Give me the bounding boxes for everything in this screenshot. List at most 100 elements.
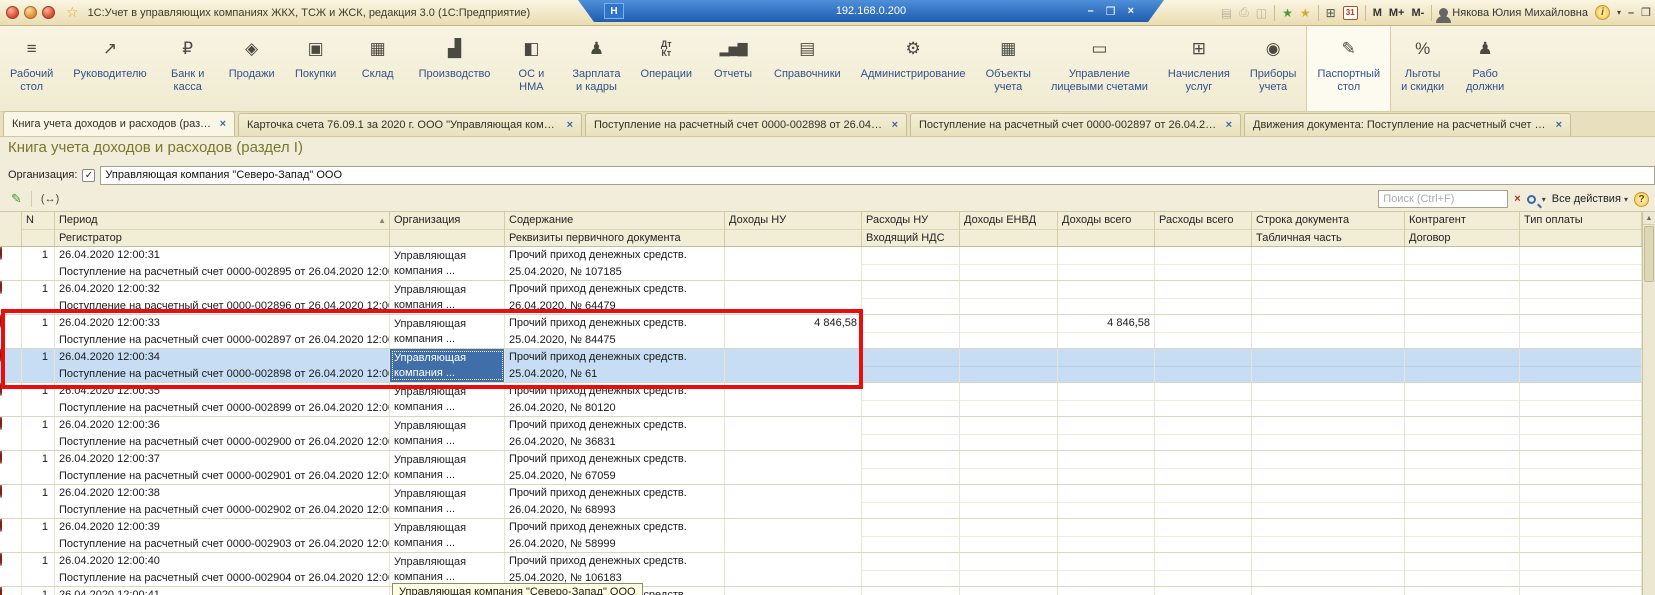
- period-cell[interactable]: 26.04.2020 12:00:36Поступление на расчет…: [55, 417, 390, 450]
- income-nu-cell[interactable]: [725, 519, 862, 552]
- calendar-icon[interactable]: 31: [1343, 6, 1358, 20]
- scrollbar-thumb[interactable]: [1644, 226, 1654, 282]
- tab-3[interactable]: Поступление на расчетный счет 0000-00289…: [910, 113, 1241, 136]
- ribbon-section-18[interactable]: %Льготы и скидки: [1391, 26, 1454, 111]
- income-total-cell[interactable]: [1058, 553, 1155, 586]
- counterparty-cell[interactable]: [1405, 281, 1520, 314]
- expense-nu-cell[interactable]: [862, 247, 960, 280]
- tab-2[interactable]: Поступление на расчетный счет 0000-00289…: [585, 113, 907, 136]
- calculator-icon[interactable]: ⊞: [1326, 6, 1336, 20]
- table-row-6[interactable]: 126.04.2020 12:00:37Поступление на расче…: [0, 451, 1642, 485]
- info-dropdown-icon[interactable]: ▾: [1617, 8, 1621, 17]
- expense-nu-cell[interactable]: [862, 349, 960, 382]
- income-total-cell[interactable]: [1058, 281, 1155, 314]
- content-cell[interactable]: Прочий приход денежных средств.26.04.202…: [505, 383, 725, 416]
- info-button[interactable]: i: [1595, 5, 1610, 20]
- expense-nu-cell[interactable]: [862, 281, 960, 314]
- table-row-9[interactable]: 126.04.2020 12:00:40Поступление на расче…: [0, 553, 1642, 587]
- income-total-cell[interactable]: [1058, 519, 1155, 552]
- doc-line-cell[interactable]: [1252, 281, 1405, 314]
- expense-nu-cell[interactable]: [862, 451, 960, 484]
- expense-total-cell[interactable]: [1155, 451, 1252, 484]
- ribbon-section-17[interactable]: ✎Паспортный стол: [1306, 26, 1391, 111]
- ribbon-section-7[interactable]: ◧ОС и НМА: [500, 26, 562, 111]
- income-total-cell[interactable]: [1058, 247, 1155, 280]
- search-input[interactable]: [1378, 190, 1508, 208]
- income-envd-cell[interactable]: [960, 383, 1058, 416]
- income-envd-cell[interactable]: [960, 417, 1058, 450]
- ribbon-section-2[interactable]: ₽Банк и касса: [157, 26, 219, 111]
- header-payment-type-column[interactable]: Тип оплаты: [1520, 212, 1642, 246]
- header-status-column[interactable]: [0, 212, 22, 246]
- go-to-link-icon[interactable]: ★: [1282, 6, 1293, 20]
- counterparty-cell[interactable]: [1405, 553, 1520, 586]
- expense-total-cell[interactable]: [1155, 553, 1252, 586]
- payment-type-cell[interactable]: [1520, 247, 1642, 280]
- expense-total-cell[interactable]: [1155, 485, 1252, 518]
- header-period-column[interactable]: Период ▲ Регистратор: [55, 212, 390, 246]
- period-cell[interactable]: 26.04.2020 12:00:31Поступление на расчет…: [55, 247, 390, 280]
- organization-cell[interactable]: Управляющая компания ...: [390, 485, 505, 518]
- expense-nu-cell[interactable]: [862, 553, 960, 586]
- counterparty-cell[interactable]: [1405, 383, 1520, 416]
- expense-total-cell[interactable]: [1155, 247, 1252, 280]
- income-total-cell[interactable]: [1058, 485, 1155, 518]
- period-cell[interactable]: 26.04.2020 12:00:40Поступление на расчет…: [55, 553, 390, 586]
- period-cell[interactable]: 26.04.2020 12:00:37Поступление на расчет…: [55, 451, 390, 484]
- payment-type-cell[interactable]: [1520, 451, 1642, 484]
- counterparty-cell[interactable]: [1405, 451, 1520, 484]
- header-income-envd-column[interactable]: Доходы ЕНВД: [960, 212, 1058, 246]
- income-envd-cell[interactable]: [960, 247, 1058, 280]
- search-options-dropdown-icon[interactable]: ▾: [1542, 195, 1546, 204]
- all-actions-button[interactable]: Все действия ▾: [1552, 193, 1628, 205]
- payment-type-cell[interactable]: [1520, 417, 1642, 450]
- income-total-cell[interactable]: [1058, 451, 1155, 484]
- doc-line-cell[interactable]: [1252, 247, 1405, 280]
- counterparty-cell[interactable]: [1405, 519, 1520, 552]
- organization-cell[interactable]: Управляющая компания ...: [390, 383, 505, 416]
- period-cell[interactable]: 26.04.2020 12:00:41: [55, 587, 390, 595]
- ribbon-section-10[interactable]: ▂▅▇Отчеты: [702, 26, 764, 111]
- print-icon[interactable]: ⎙: [1239, 5, 1249, 20]
- payment-type-cell[interactable]: [1520, 485, 1642, 518]
- ribbon-section-1[interactable]: ↗Руководителю: [63, 26, 156, 111]
- income-nu-cell[interactable]: [725, 417, 862, 450]
- header-income-nu-column[interactable]: Доходы НУ: [725, 212, 862, 246]
- counterparty-cell[interactable]: [1405, 247, 1520, 280]
- doc-line-cell[interactable]: [1252, 553, 1405, 586]
- ribbon-section-16[interactable]: ◉Приборы учета: [1240, 26, 1307, 111]
- tab-4[interactable]: Движения документа: Поступление на расче…: [1244, 113, 1571, 136]
- ribbon-section-19[interactable]: ♟Рабо должни: [1454, 26, 1516, 111]
- table-row-5[interactable]: 126.04.2020 12:00:36Поступление на расче…: [0, 417, 1642, 451]
- income-envd-cell[interactable]: [960, 349, 1058, 382]
- header-doc-line-column[interactable]: Строка документа Табличная часть: [1252, 212, 1405, 246]
- table-row-7[interactable]: 126.04.2020 12:00:38Поступление на расче…: [0, 485, 1642, 519]
- organization-cell[interactable]: Управляющая компания ...: [390, 519, 505, 552]
- ribbon-section-13[interactable]: ▦Объекты учета: [976, 26, 1041, 111]
- ribbon-section-8[interactable]: ♟Зарплата и кадры: [562, 26, 630, 111]
- period-cell[interactable]: 26.04.2020 12:00:34Поступление на расчет…: [55, 349, 390, 382]
- income-envd-cell[interactable]: [960, 315, 1058, 348]
- doc-line-cell[interactable]: [1252, 587, 1405, 595]
- restore-button[interactable]: ❐: [1641, 6, 1651, 19]
- ribbon-section-6[interactable]: ▟Производство: [409, 26, 501, 111]
- ribbon-section-4[interactable]: ▣Покупки: [285, 26, 347, 111]
- doc-line-cell[interactable]: [1252, 349, 1405, 382]
- expense-nu-cell[interactable]: [862, 315, 960, 348]
- income-nu-cell[interactable]: [725, 451, 862, 484]
- content-cell[interactable]: Прочий приход денежных средств.25.04.202…: [505, 315, 725, 348]
- expense-total-cell[interactable]: [1155, 417, 1252, 450]
- print-preview-icon[interactable]: ◫: [1256, 6, 1267, 20]
- content-cell[interactable]: Прочий приход денежных средств.25.04.202…: [505, 553, 725, 586]
- window-orb2-icon[interactable]: [42, 6, 55, 19]
- table-row-2[interactable]: 126.04.2020 12:00:33Поступление на расче…: [0, 315, 1642, 349]
- counterparty-cell[interactable]: [1405, 315, 1520, 348]
- organization-cell[interactable]: Управляющая компания ...: [390, 281, 505, 314]
- content-cell[interactable]: Прочий приход денежных средств.25.04.202…: [505, 451, 725, 484]
- income-envd-cell[interactable]: [960, 451, 1058, 484]
- column-width-icon[interactable]: (↔): [36, 192, 64, 206]
- expense-total-cell[interactable]: [1155, 519, 1252, 552]
- window-orb-icon[interactable]: [24, 6, 37, 19]
- content-cell[interactable]: Прочий приход денежных средств.26.04.202…: [505, 417, 725, 450]
- minimize-button[interactable]: –: [1628, 7, 1634, 19]
